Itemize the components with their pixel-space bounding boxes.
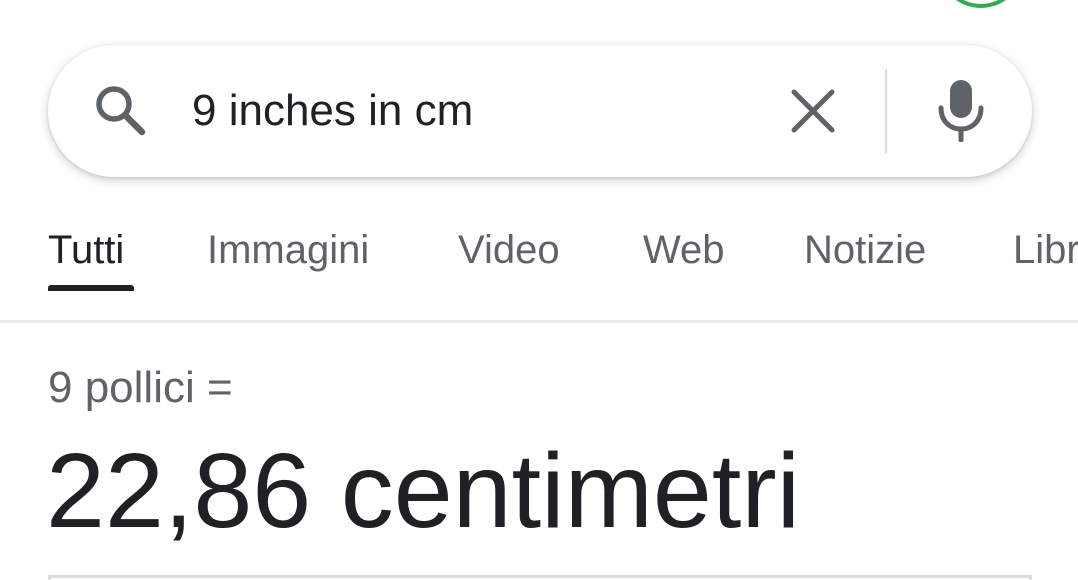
account-avatar[interactable]	[938, 0, 1024, 8]
tab-libri[interactable]: Libri	[1013, 225, 1078, 275]
conversion-result: 22,86 centimetri	[46, 432, 801, 550]
tab-immagini[interactable]: Immagini	[207, 225, 369, 275]
search-results-page: 9 inches in cm Tutti Immagini Video Web …	[0, 0, 1078, 580]
search-icon[interactable]	[90, 80, 150, 140]
close-icon[interactable]	[786, 84, 840, 138]
search-tabs: Tutti Immagini Video Web Notizie Libri	[0, 215, 1078, 320]
microphone-icon[interactable]	[935, 78, 987, 142]
search-bar-divider	[885, 69, 887, 153]
tab-tutti[interactable]: Tutti	[48, 225, 124, 275]
conversion-input-label: 9 pollici =	[48, 363, 233, 412]
unit-converter-field[interactable]	[48, 575, 1032, 580]
tab-web[interactable]: Web	[643, 225, 725, 275]
search-input[interactable]: 9 inches in cm	[192, 80, 752, 142]
active-tab-indicator	[48, 285, 134, 291]
tab-notizie[interactable]: Notizie	[804, 225, 926, 275]
tab-video[interactable]: Video	[458, 225, 560, 275]
tabs-divider	[0, 320, 1078, 323]
